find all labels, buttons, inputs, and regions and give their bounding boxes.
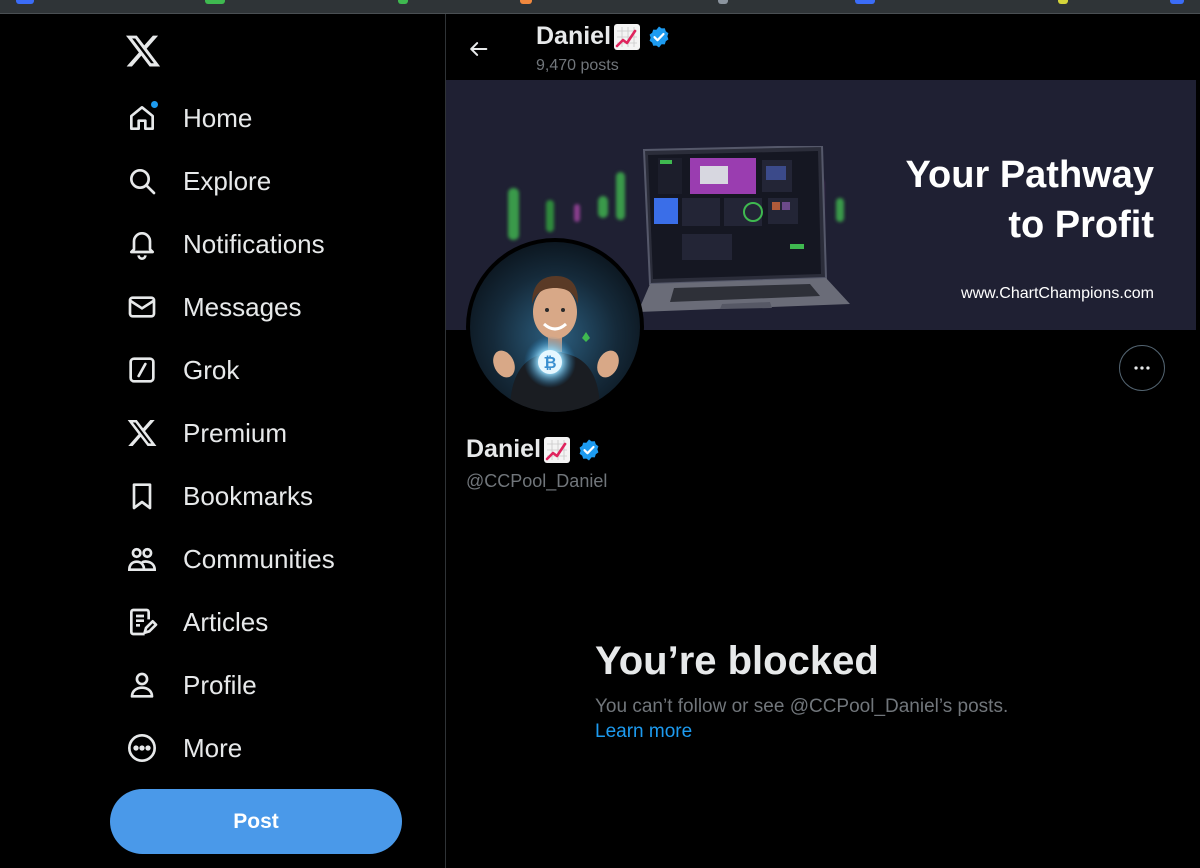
sidebar-item-grok[interactable]: Grok bbox=[122, 344, 239, 396]
blocked-title: You’re blocked bbox=[595, 639, 879, 683]
header-post-count: 9,470 posts bbox=[536, 57, 619, 74]
sidebar-item-label: Communities bbox=[183, 543, 335, 574]
profile-column: Daniel 9,470 posts Your Pathway to Profi… bbox=[446, 14, 1200, 868]
profile-name-text: Daniel bbox=[466, 435, 542, 463]
sidebar-item-label: Grok bbox=[183, 354, 240, 385]
x-logo-icon[interactable] bbox=[124, 32, 162, 70]
sidebar-item-label: Home bbox=[183, 102, 253, 133]
banner-url: www.ChartChampions.com bbox=[961, 285, 1154, 302]
bookmark-icon bbox=[122, 476, 162, 516]
people-icon bbox=[122, 539, 162, 579]
banner-candle-decoration bbox=[508, 188, 519, 240]
sidebar-item-communities[interactable]: Communities bbox=[122, 533, 335, 585]
sidebar-item-more[interactable]: More bbox=[122, 722, 242, 774]
sidebar-item-premium[interactable]: Premium bbox=[122, 407, 287, 459]
banner-candle-decoration bbox=[546, 200, 554, 232]
sidebar-item-label: Premium bbox=[183, 417, 288, 448]
sidebar-item-profile[interactable]: Profile bbox=[122, 659, 257, 711]
sidebar-item-messages[interactable]: Messages bbox=[122, 281, 302, 333]
envelope-icon bbox=[122, 287, 162, 327]
home-icon bbox=[122, 98, 162, 138]
laptop-illustration bbox=[630, 144, 858, 316]
sidebar-item-bookmarks[interactable]: Bookmarks bbox=[122, 470, 313, 522]
header-name-text: Daniel bbox=[536, 22, 612, 50]
sidebar-item-notifications[interactable]: Notifications bbox=[122, 218, 325, 270]
sidebar-item-home[interactable]: Home bbox=[122, 92, 252, 144]
svg-text:₿: ₿ bbox=[543, 353, 556, 372]
article-icon bbox=[122, 602, 162, 642]
banner-candle-decoration bbox=[616, 172, 625, 220]
bell-icon bbox=[122, 224, 162, 264]
browser-tab-strip bbox=[0, 0, 1200, 14]
profile-avatar[interactable]: ₿ bbox=[466, 238, 644, 416]
profile-display-name: Daniel bbox=[466, 435, 601, 464]
sidebar-item-label: Notifications bbox=[183, 228, 325, 259]
verified-badge-icon[interactable] bbox=[577, 438, 601, 462]
arrow-left-icon bbox=[470, 42, 488, 56]
ellipsis-icon bbox=[1134, 366, 1150, 370]
sidebar-item-label: Bookmarks bbox=[183, 480, 314, 511]
post-button[interactable]: Post bbox=[110, 789, 402, 854]
blocked-description: You can’t follow or see @CCPool_Daniel’s… bbox=[595, 696, 1009, 717]
person-icon bbox=[122, 665, 162, 705]
profile-handle: @CCPool_Daniel bbox=[466, 471, 608, 491]
search-icon bbox=[122, 161, 162, 201]
sidebar-item-label: Articles bbox=[183, 606, 269, 637]
chart-increasing-emoji-icon bbox=[613, 23, 641, 51]
grok-icon bbox=[122, 350, 162, 390]
more-circle-icon bbox=[122, 728, 162, 768]
banner-candle-decoration bbox=[598, 196, 608, 218]
sidebar-item-label: Explore bbox=[183, 165, 272, 196]
x-logo-icon bbox=[122, 413, 162, 453]
avatar-photo: ₿ bbox=[470, 242, 640, 412]
chart-increasing-emoji-icon bbox=[543, 436, 571, 464]
sidebar-item-label: Profile bbox=[183, 669, 257, 700]
more-options-button[interactable] bbox=[1119, 345, 1165, 391]
sidebar-item-label: Messages bbox=[183, 291, 302, 322]
banner-candle-decoration bbox=[574, 204, 580, 222]
sidebar-item-explore[interactable]: Explore bbox=[122, 155, 271, 207]
sidebar-nav: Home Explore Notifications Messages Grok… bbox=[0, 14, 445, 868]
sidebar-item-label: More bbox=[183, 732, 243, 763]
verified-badge-icon[interactable] bbox=[647, 25, 671, 49]
learn-more-link[interactable]: Learn more bbox=[595, 721, 692, 743]
banner-headline: Your Pathway to Profit bbox=[905, 154, 1154, 246]
header-display-name: Daniel bbox=[536, 22, 671, 51]
sidebar-item-articles[interactable]: Articles bbox=[122, 596, 268, 648]
back-button[interactable] bbox=[462, 32, 496, 66]
notification-dot bbox=[150, 100, 159, 109]
